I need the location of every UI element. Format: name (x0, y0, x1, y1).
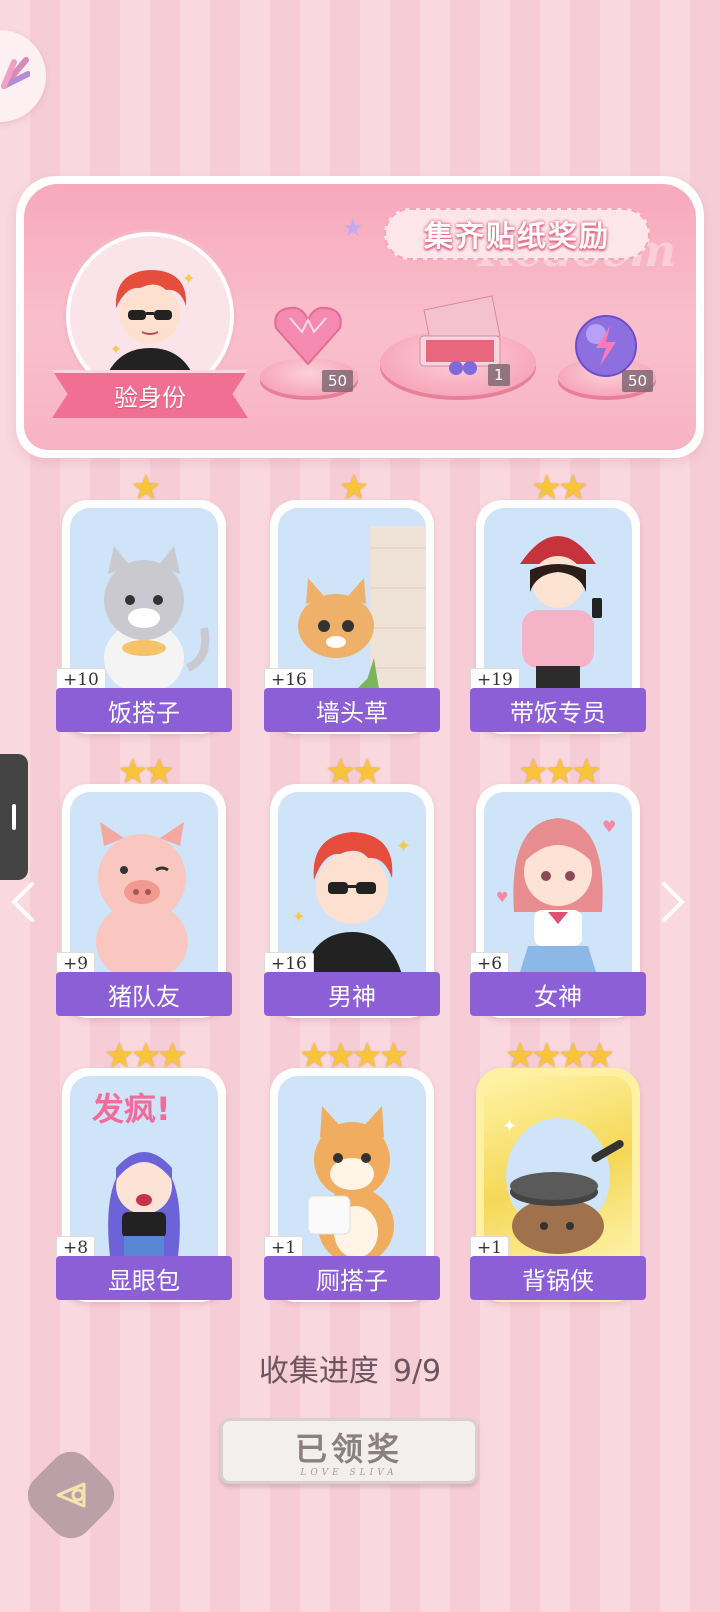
card-label: 厕搭子 (264, 1256, 440, 1300)
sticker-card[interactable]: ★★★★ ✦ +1 背锅侠 (470, 1036, 646, 1302)
star-rating: ★★★ (104, 1036, 187, 1076)
svg-text:✦: ✦ (502, 1116, 517, 1137)
svg-text:♥: ♥ (496, 890, 509, 906)
card-label: 墙头草 (264, 688, 440, 732)
sticker-card[interactable]: ★★ ✦ ✦ +16 男神 (264, 752, 440, 1018)
claimed-button-label: 已领奖 (294, 1430, 403, 1468)
card-label: 男神 (264, 972, 440, 1016)
sticker-card[interactable]: ★★★ ♥ ♥ +6 女神 (470, 752, 646, 1018)
card-label: 饭搭子 (56, 688, 232, 732)
star-rating: ★★★★ (505, 1036, 615, 1076)
card-label: 显眼包 (56, 1256, 232, 1300)
chevron-left-icon[interactable] (8, 880, 38, 924)
side-drawer-handle[interactable] (0, 754, 28, 880)
claimed-button-subtext: LOVE SLIVA (300, 1468, 398, 1478)
progress-label: 收集进度 (258, 1354, 379, 1389)
chevron-right-icon[interactable] (658, 880, 688, 924)
sticker-text: 发疯! (92, 1090, 171, 1128)
sticker-card[interactable]: ★★ +19 带饭专员 (470, 468, 646, 734)
verify-identity-button[interactable]: 验身份 (52, 370, 248, 418)
back-arrow-icon (56, 1482, 86, 1508)
fan-icon (1, 57, 30, 89)
star-rating: ★★ (325, 752, 383, 792)
sticker-card[interactable]: ★★★★ +1 厕搭子 (264, 1036, 440, 1302)
star-icon: ★ (342, 214, 364, 242)
card-label: 背锅侠 (470, 1256, 646, 1300)
card-label: 猪队友 (56, 972, 232, 1016)
back-button[interactable] (18, 1442, 124, 1548)
card-label: 带饭专员 (470, 688, 646, 732)
reward-count: 1 (488, 364, 510, 386)
banner-title: 集齐贴纸奖励 (384, 208, 650, 260)
claimed-button[interactable]: 已领奖 LOVE SLIVA (220, 1418, 478, 1484)
star-rating: ★ (338, 468, 369, 508)
sticker-card[interactable]: ★ +10 饭搭子 (56, 468, 232, 734)
sticker-card[interactable]: ★ +16 墙头草 (264, 468, 440, 734)
collection-progress: 收集进度 9/9 (0, 1346, 700, 1390)
svg-text:✦: ✦ (396, 836, 411, 857)
sticker-card[interactable]: ★★ +9 猪队友 (56, 752, 232, 1018)
svg-text:✦: ✦ (110, 342, 122, 358)
progress-value: 9/9 (392, 1354, 442, 1389)
svg-text:✦: ✦ (182, 269, 195, 288)
reward-count: 50 (622, 370, 654, 392)
menu-corner-button[interactable] (0, 30, 46, 122)
star-rating: ★★ (531, 468, 589, 508)
reward-count: 50 (322, 370, 354, 392)
star-rating: ★★★★ (299, 1036, 409, 1076)
sticker-card[interactable]: ★★★ 发疯! +8 显眼包 (56, 1036, 232, 1302)
svg-text:✦: ✦ (292, 907, 305, 926)
star-rating: ★ (130, 468, 161, 508)
star-rating: ★★ (117, 752, 175, 792)
star-rating: ★★★ (518, 752, 601, 792)
card-label: 女神 (470, 972, 646, 1016)
reward-banner: Redeem ★ ★ 集齐贴纸奖励 ✦ ✦ 验身份 (16, 176, 704, 458)
heart-gem-icon (274, 306, 342, 366)
svg-text:♥: ♥ (602, 817, 616, 836)
